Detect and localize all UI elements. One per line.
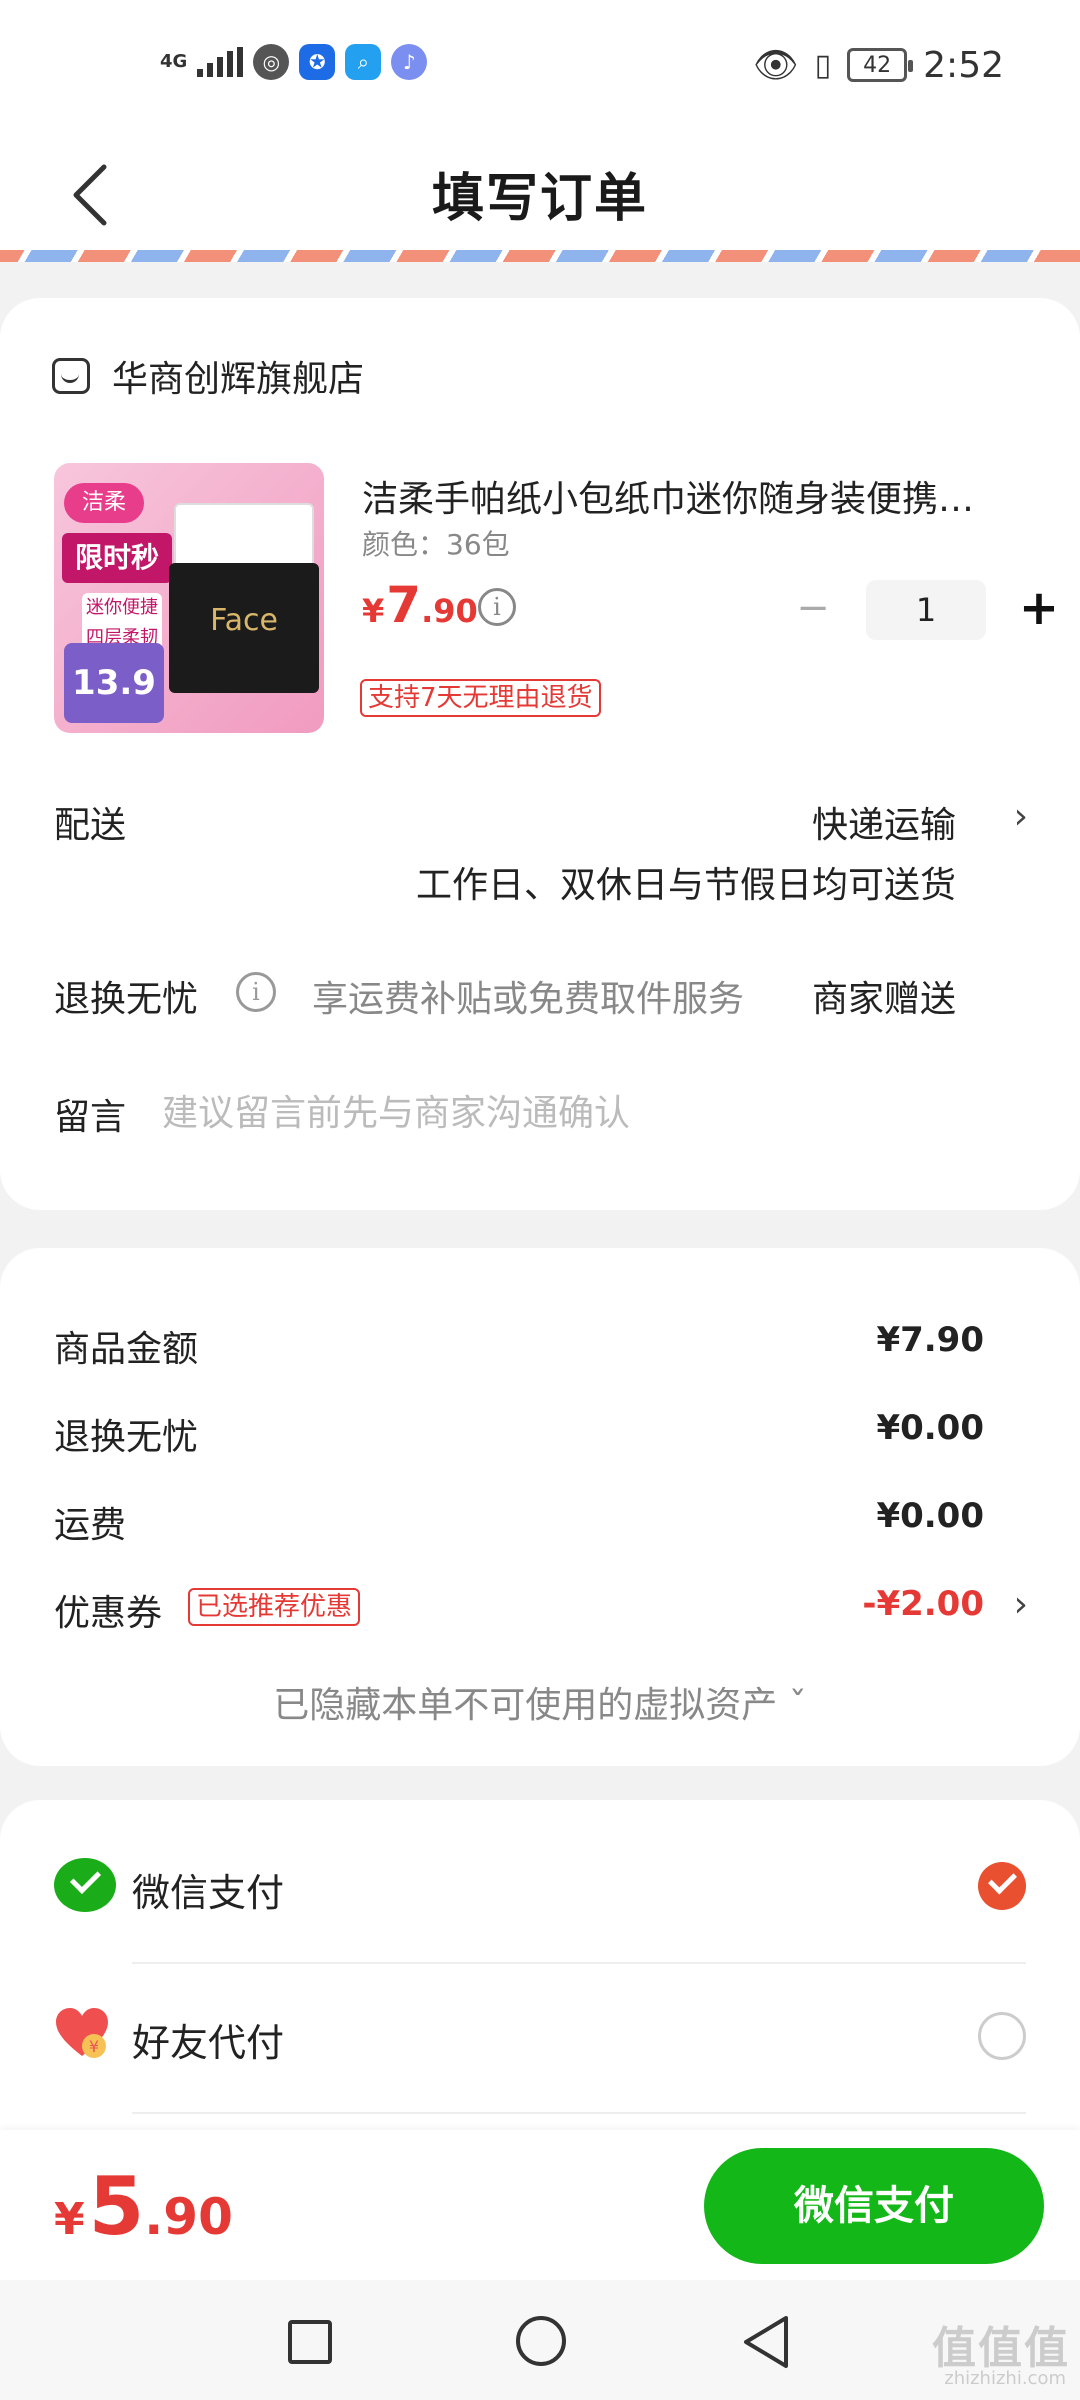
- delivery-label: 配送: [54, 805, 127, 846]
- shop-icon: [52, 358, 90, 394]
- shop-header[interactable]: 华商创辉旗舰店: [52, 350, 364, 402]
- lightbulb-icon: ✪: [299, 44, 336, 80]
- refund-fee-label: 退换无忧: [54, 1417, 199, 1458]
- music-icon: ♪: [391, 44, 428, 80]
- thumb-pack-black: Face: [169, 563, 319, 693]
- product-name[interactable]: 洁柔手帕纸小包纸巾迷你随身装便携…: [362, 470, 1032, 522]
- checkout-bar: ¥ 5 .90 微信支付: [0, 2130, 1080, 2280]
- chevron-right-icon[interactable]: ›: [1014, 1584, 1028, 1625]
- quantity-stepper: − 1 +: [780, 580, 1072, 640]
- home-button[interactable]: [516, 2316, 566, 2366]
- total-currency: ¥: [54, 2194, 85, 2245]
- recents-button[interactable]: [288, 2320, 332, 2364]
- shipping-value: ¥0.00: [876, 1496, 984, 1536]
- goods-amount-label: 商品金额: [54, 1329, 199, 1370]
- payment-method-card: 微信支付 ¥ 好友代付: [0, 1800, 1080, 2140]
- price-info-icon[interactable]: i: [478, 588, 516, 626]
- coupon-value: -¥2.00: [862, 1584, 984, 1624]
- signal-icon: [197, 47, 244, 77]
- payment-option-label: 微信支付: [132, 1871, 285, 1915]
- product-spec[interactable]: 颜色：36包: [362, 523, 510, 563]
- price-summary-card: 商品金额 ¥7.90 退换无忧 ¥0.00 运费 ¥0.00 优惠券 已选推荐优…: [0, 1248, 1080, 1766]
- shipping-label: 运费: [54, 1505, 127, 1546]
- total-decimal: .90: [144, 2188, 233, 2246]
- thumb-promo-text: 限时秒杀: [62, 533, 172, 624]
- price-decimal: .90: [421, 592, 478, 630]
- thumb-price: 13.9: [64, 643, 164, 723]
- pay-button[interactable]: 微信支付: [704, 2148, 1044, 2264]
- radio-checked-icon[interactable]: [978, 1862, 1026, 1910]
- decrease-button[interactable]: −: [780, 580, 846, 640]
- status-right: 👁 ▯ 42 2:52: [752, 44, 1004, 87]
- network-label: 4G: [160, 51, 188, 72]
- watermark-url: zhizhizhi.com: [944, 2368, 1066, 2389]
- refund-fee-row: 退换无忧 ¥0.00: [54, 1408, 1028, 1458]
- airmail-stripe-divider: [0, 250, 1080, 262]
- refund-fee-value: ¥0.00: [876, 1408, 984, 1448]
- svg-text:¥: ¥: [89, 2037, 99, 2056]
- shop-name: 华商创辉旗舰店: [112, 359, 365, 400]
- goods-amount-value: ¥7.90: [876, 1320, 984, 1360]
- product-price: ¥ 7 .90: [362, 576, 478, 634]
- system-nav-bar: [0, 2280, 1080, 2400]
- delivery-note: 工作日、双休日与节假日均可送货: [415, 865, 956, 906]
- price-currency: ¥: [362, 592, 385, 630]
- title-bar: 填写订单: [0, 130, 1080, 260]
- refund-worry-value: 商家赠送: [811, 979, 956, 1020]
- increase-button[interactable]: +: [1006, 580, 1072, 640]
- payment-option-label: 好友代付: [132, 2021, 285, 2065]
- battery-icon: 42: [847, 48, 914, 82]
- coupon-label: 优惠券: [54, 1593, 163, 1634]
- refund-info-icon[interactable]: i: [236, 972, 276, 1012]
- quantity-value[interactable]: 1: [866, 580, 986, 640]
- message-input[interactable]: [162, 1088, 1022, 1138]
- delivery-method[interactable]: 快递运输: [812, 796, 956, 848]
- clock: 2:52: [923, 44, 1004, 86]
- back-triangle-icon[interactable]: [740, 2314, 792, 2370]
- status-bar: 4G ◎ ✪ ⌕ ♪ 👁 ▯ 42 2:52: [0, 0, 1080, 130]
- app-notification-icon: ◎: [253, 44, 290, 80]
- goods-amount-row: 商品金额 ¥7.90: [54, 1320, 1028, 1370]
- divider: [132, 2112, 1026, 2114]
- wechat-pay-icon: [54, 1858, 116, 1912]
- watermark-logo: 值值值: [932, 2323, 1070, 2374]
- divider: [132, 1962, 1026, 1964]
- page-title: 填写订单: [431, 169, 648, 229]
- coupon-row[interactable]: 优惠券 已选推荐优惠 -¥2.00 ›: [54, 1584, 1028, 1634]
- order-item-card: 华商创辉旗舰店 洁柔 限时秒杀 迷你便捷 四层柔韧 13.9 Face 洁柔手帕…: [0, 298, 1080, 1210]
- payment-option-friend[interactable]: ¥ 好友代付: [0, 1966, 1080, 2106]
- coupon-tag: 已选推荐优惠: [188, 1588, 361, 1626]
- vibrate-icon: ▯: [814, 47, 832, 83]
- eye-icon: 👁: [752, 45, 799, 86]
- status-left: 4G ◎ ✪ ⌕ ♪: [160, 44, 428, 80]
- message-label: 留言: [54, 1097, 127, 1138]
- total-price: ¥ 5 .90: [54, 2160, 233, 2253]
- shipping-row: 运费 ¥0.00: [54, 1496, 1028, 1546]
- price-integer: 7: [386, 576, 422, 634]
- product-thumbnail[interactable]: 洁柔 限时秒杀 迷你便捷 四层柔韧 13.9 Face: [54, 463, 324, 733]
- search-app-icon: ⌕: [345, 44, 382, 80]
- hidden-assets-toggle[interactable]: 已隐藏本单不可使用的虚拟资产 ˇ: [0, 1676, 1080, 1728]
- refund-policy-tag: 支持7天无理由退货: [360, 679, 601, 717]
- total-integer: 5: [88, 2160, 145, 2253]
- refund-worry-description: 享运费补贴或免费取件服务: [312, 979, 745, 1020]
- heart-icon: ¥: [56, 2008, 108, 2058]
- refund-worry-label: 退换无忧: [54, 979, 199, 1020]
- payment-option-wechat[interactable]: 微信支付: [0, 1816, 1080, 1956]
- thumb-brand-badge: 洁柔: [64, 483, 144, 523]
- chevron-right-icon[interactable]: ›: [1014, 796, 1028, 837]
- radio-unchecked-icon[interactable]: [978, 2012, 1026, 2060]
